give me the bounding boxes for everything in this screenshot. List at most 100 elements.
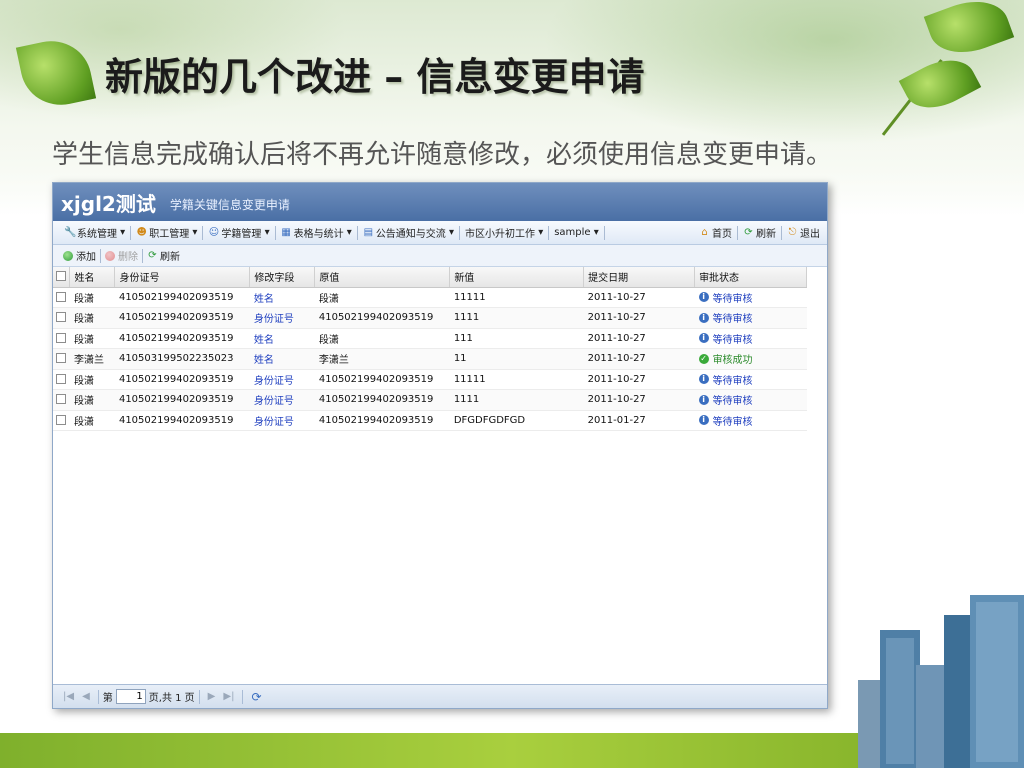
dropdown-arrow-icon: ▾ (261, 227, 270, 238)
page-number-input[interactable] (115, 689, 146, 704)
row-select-cell (53, 410, 70, 431)
grid-toolbar: 添加 删除 ⟳ 刷新 (53, 245, 827, 267)
table-row[interactable]: 段潇 410502199402093519 身份证号 4105021994020935… (53, 389, 807, 411)
status-badge[interactable]: i 等待审核 (698, 310, 753, 325)
table-row[interactable]: 段潇 410502199402093519 姓名 段潇 111 2011-10-27 i 等待… (53, 328, 807, 349)
cell-new-value: 11111 (449, 369, 584, 390)
cell-name: 段潇 (69, 287, 115, 308)
status-badge[interactable]: i 等待审核 (698, 392, 753, 407)
refresh-grid-button[interactable]: ⟳ 刷新 (143, 248, 184, 263)
cell-new-value: 11111 (449, 287, 584, 308)
row-select-cell (53, 389, 70, 411)
menu-label: 系统管理 (77, 229, 117, 240)
delete-button[interactable]: 删除 (101, 248, 142, 263)
row-checkbox[interactable] (56, 353, 66, 364)
cell-new-value: 1111 (449, 389, 584, 411)
cell-field[interactable]: 身份证号 (249, 369, 315, 390)
status-badge[interactable]: i 等待审核 (698, 413, 753, 428)
cell-submit-date: 2011-10-27 (583, 348, 695, 370)
cell-id: 410502199402093519 (114, 328, 250, 349)
cell-field[interactable]: 身份证号 (249, 307, 315, 329)
cell-new-value: DFGDFGDFGD (449, 410, 584, 431)
col-header-old-value[interactable]: 原值 (314, 267, 451, 288)
table-row[interactable]: 段潇 410502199402093519 身份证号 4105021994020935… (53, 369, 807, 390)
cell-status: i 等待审核 (694, 389, 807, 411)
menu-student-management[interactable]: ☺ 学籍管理 ▾ (203, 225, 274, 240)
grid-header-row: 姓名 身份证号 修改字段 原值 新值 提交日期 审批状态 (53, 267, 807, 288)
row-checkbox[interactable] (56, 373, 66, 384)
cell-field[interactable]: 姓名 (249, 287, 315, 308)
col-header-new-value[interactable]: 新值 (449, 267, 585, 288)
main-menu-bar: 🔧 系统管理 ▾ ☻ 职工管理 ▾ ☺ 学籍管理 ▾ ▦ 表格与统计 ▾ ▤ 公… (53, 221, 827, 245)
app-window: xjgl2测试 学籍关键信息变更申请 🔧 系统管理 ▾ ☻ 职工管理 ▾ ☺ 学… (52, 182, 828, 709)
dropdown-arrow-icon: ▾ (590, 227, 599, 238)
cell-submit-date: 2011-10-27 (583, 389, 695, 411)
select-all-checkbox[interactable] (56, 271, 66, 282)
menu-label: 市区小升初工作 (465, 229, 536, 240)
home-icon: ⌂ (701, 227, 708, 238)
menu-label: 公告通知与交流 (375, 229, 446, 240)
row-checkbox[interactable] (56, 312, 66, 323)
col-header-field[interactable]: 修改字段 (249, 267, 316, 288)
table-row[interactable]: 段潇 410502199402093519 姓名 段潇 11111 2011-10-27 i… (53, 287, 807, 308)
table-row[interactable]: 段潇 410502199402093519 身份证号 4105021994020935… (53, 307, 807, 329)
prev-page-button[interactable]: ◀ (78, 691, 94, 702)
home-button[interactable]: ⌂ 首页 (694, 225, 737, 240)
check-circle-icon: ✓ (698, 353, 709, 364)
col-header-submit-date[interactable]: 提交日期 (583, 267, 696, 288)
dropdown-arrow-icon: ▾ (117, 227, 126, 238)
row-checkbox[interactable] (56, 291, 66, 302)
refresh-grid-label: 刷新 (160, 252, 180, 263)
row-checkbox[interactable] (56, 414, 66, 425)
status-badge[interactable]: ✓ 审核成功 (698, 351, 753, 366)
row-checkbox[interactable] (56, 332, 66, 343)
refresh-label: 刷新 (756, 229, 776, 240)
pager-separator (97, 689, 99, 704)
city-buildings-image (858, 595, 1024, 768)
cell-id: 410502199402093519 (114, 369, 250, 390)
refresh-icon: ⟳ (744, 227, 753, 238)
status-badge[interactable]: i 等待审核 (698, 372, 753, 387)
add-icon (63, 250, 73, 261)
first-page-button[interactable]: |◀ (59, 691, 78, 702)
status-badge[interactable]: i 等待审核 (698, 290, 753, 305)
cell-new-value: 1111 (449, 307, 584, 329)
logout-button[interactable]: ⎋ 退出 (782, 225, 825, 240)
cell-submit-date: 2011-10-27 (583, 307, 695, 329)
table-row[interactable]: 李潇兰 410503199502235023 姓名 李潇兰 11 2011-10-27 ✓ 审… (53, 348, 807, 370)
cell-field[interactable]: 身份证号 (249, 389, 315, 411)
select-all-cell (53, 267, 71, 288)
refresh-icon[interactable]: ⟳ (247, 690, 265, 704)
menu-sample[interactable]: sample ▾ (549, 227, 604, 238)
grid-body: 段潇 410502199402093519 姓名 段潇 11111 2011-10-27 i… (53, 287, 807, 431)
row-select-cell (53, 287, 70, 308)
menu-separator (603, 225, 605, 240)
menu-system-management[interactable]: 🔧 系统管理 ▾ (59, 225, 130, 240)
refresh-icon: ⟳ (148, 250, 157, 261)
logout-icon: ⎋ (788, 227, 797, 238)
add-button[interactable]: 添加 (59, 248, 100, 263)
menu-staff-management[interactable]: ☻ 职工管理 ▾ (131, 225, 202, 240)
cell-submit-date: 2011-10-27 (583, 369, 695, 390)
last-page-button[interactable]: ▶| (219, 691, 238, 702)
cell-name: 段潇 (69, 328, 115, 349)
menu-district-admission[interactable]: 市区小升初工作 ▾ (460, 225, 548, 240)
cell-field[interactable]: 姓名 (249, 348, 315, 370)
row-checkbox[interactable] (56, 394, 66, 405)
menu-notices-communication[interactable]: ▤ 公告通知与交流 ▾ (358, 225, 459, 240)
col-header-name[interactable]: 姓名 (69, 267, 116, 288)
refresh-page-button[interactable]: ⟳ 刷新 (738, 225, 781, 240)
menu-tables-statistics[interactable]: ▦ 表格与统计 ▾ (276, 225, 357, 240)
status-badge[interactable]: i 等待审核 (698, 331, 753, 346)
cell-status: ✓ 审核成功 (694, 348, 807, 370)
cell-field[interactable]: 身份证号 (249, 410, 315, 431)
next-page-button[interactable]: ▶ (204, 691, 220, 702)
cell-id: 410502199402093519 (114, 410, 250, 431)
cell-status: i 等待审核 (694, 287, 807, 308)
cell-field[interactable]: 姓名 (249, 328, 315, 349)
col-header-status[interactable]: 审批状态 (694, 267, 807, 288)
cell-id: 410502199402093519 (114, 307, 250, 329)
col-header-id[interactable]: 身份证号 (114, 267, 251, 288)
info-circle-icon: i (698, 312, 709, 323)
table-row[interactable]: 段潇 410502199402093519 身份证号 4105021994020935… (53, 410, 807, 431)
